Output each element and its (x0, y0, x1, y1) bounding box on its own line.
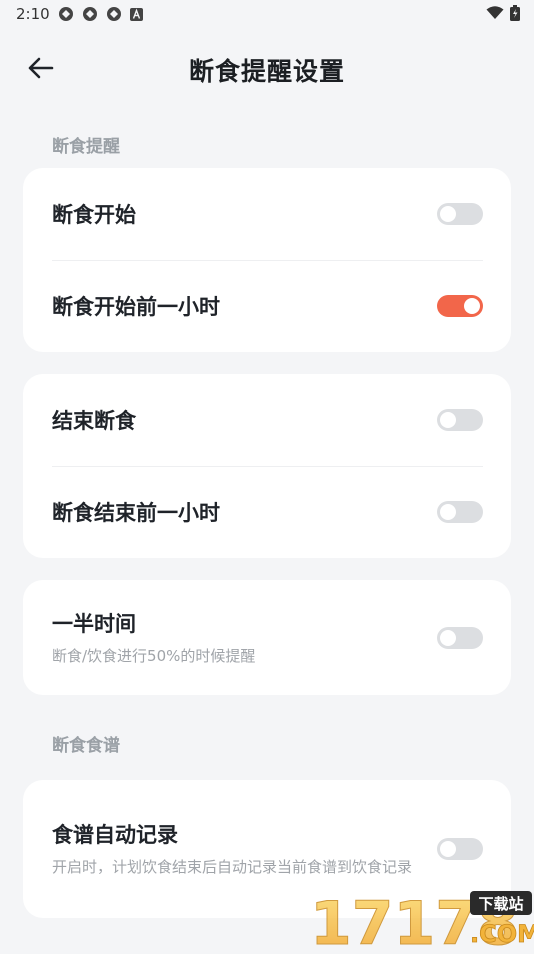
reminder-card-start: 断食开始 断食开始前一小时 (23, 168, 511, 352)
row-label: 结束断食 (52, 409, 136, 433)
row-label: 断食开始前一小时 (52, 295, 220, 319)
sync-icon (107, 7, 121, 21)
setting-row-half-time: 一半时间 断食/饮食进行50%的时候提醒 (23, 580, 511, 695)
setting-row-fast-end: 结束断食 (23, 374, 511, 466)
setting-row-fast-end-before: 断食结束前一小时 (23, 466, 511, 558)
half-time-toggle[interactable] (437, 626, 483, 649)
toggle-knob (464, 298, 480, 314)
toggle-knob (440, 504, 456, 520)
app-header: 断食提醒设置 (0, 40, 534, 96)
fast-end-before-toggle[interactable] (437, 501, 483, 523)
watermark-logo: 17178 下载站 .COM (308, 888, 534, 954)
setting-row-fast-start-before: 断食开始前一小时 (23, 260, 511, 352)
fast-start-before-toggle[interactable] (437, 295, 483, 317)
toggle-knob (440, 206, 456, 222)
section-title-recipe: 断食食谱 (52, 736, 120, 756)
section-title-reminder: 断食提醒 (52, 137, 120, 157)
status-time: 2:10 (16, 5, 50, 23)
toggle-knob (440, 629, 456, 646)
reminder-card-end: 结束断食 断食结束前一小时 (23, 374, 511, 558)
toggle-knob (440, 841, 456, 857)
battery-icon (510, 5, 520, 21)
toggle-knob (440, 412, 456, 428)
fast-end-toggle[interactable] (437, 409, 483, 431)
font-icon (130, 7, 143, 21)
setting-row-fast-start: 断食开始 (23, 168, 511, 260)
page-title: 断食提醒设置 (188, 57, 345, 86)
row-label: 食谱自动记录 (52, 823, 178, 847)
status-bar: 2:10 (0, 0, 534, 28)
watermark-domain: .COM (470, 920, 534, 948)
sync-icon (83, 7, 97, 21)
row-label: 一半时间 (52, 611, 136, 636)
sync-icon (59, 7, 73, 21)
row-description: 断食/饮食进行50%的时候提醒 (52, 646, 256, 665)
fast-start-toggle[interactable] (437, 203, 483, 225)
recipe-record-toggle[interactable] (437, 838, 483, 860)
wifi-icon (486, 6, 504, 19)
row-description: 开启时，计划饮食结束后自动记录当前食谱到饮食记录 (52, 858, 413, 876)
watermark-badge: 下载站 (478, 895, 523, 913)
row-label: 断食开始 (52, 203, 136, 227)
reminder-card-half: 一半时间 断食/饮食进行50%的时候提醒 (23, 580, 511, 695)
row-label: 断食结束前一小时 (52, 501, 220, 525)
